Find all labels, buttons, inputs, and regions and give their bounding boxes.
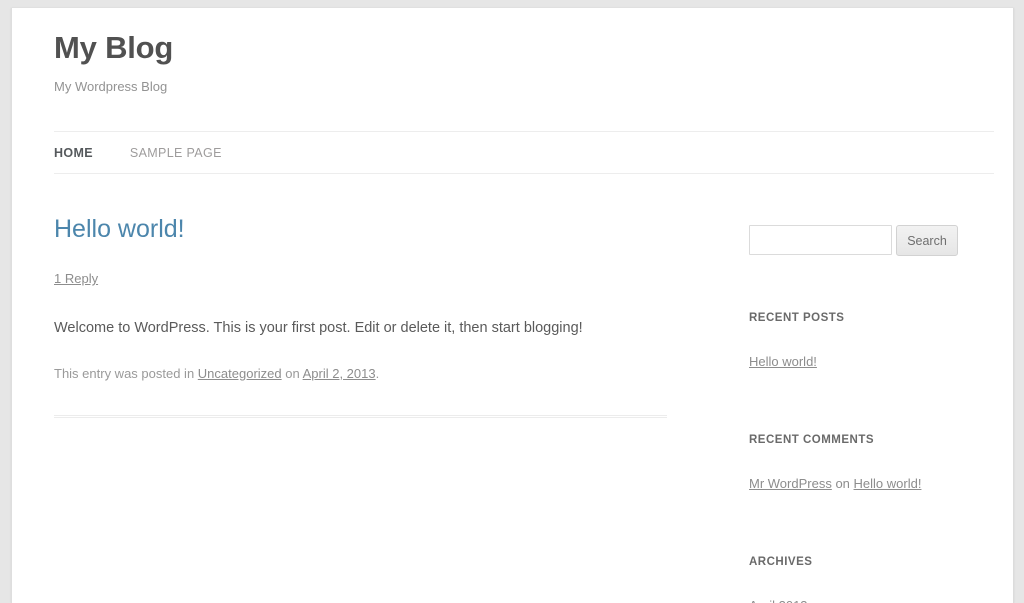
recent-comments-list: Mr WordPress on Hello world! <box>749 447 964 494</box>
site-title[interactable]: My Blog <box>54 30 954 66</box>
post-meta-prefix: This entry was posted in <box>54 366 198 381</box>
list-item: Mr WordPress on Hello world! <box>749 447 964 494</box>
comment-connector: on <box>831 476 854 491</box>
post-category-link[interactable]: Uncategorized <box>198 366 282 381</box>
nav-item-home[interactable]: HOME <box>54 146 93 160</box>
widget-recent-posts: RECENT POSTS Hello world! <box>749 256 964 372</box>
post-meta-middle: on <box>281 366 303 381</box>
post-meta-suffix: . <box>375 366 380 381</box>
post-meta: This entry was posted in Uncategorized o… <box>54 339 669 383</box>
main-content: Hello world! 1 Reply Welcome to WordPres… <box>54 214 669 418</box>
widget-archives: ARCHIVES April 2013 <box>749 494 964 603</box>
comment-post-link[interactable]: Hello world! <box>854 476 922 491</box>
recent-post-link[interactable]: Hello world! <box>749 354 817 369</box>
post-title[interactable]: Hello world! <box>54 214 669 244</box>
post-divider <box>54 415 667 418</box>
post-comments-link: 1 Reply <box>54 244 669 287</box>
list-item: Hello world! <box>749 325 964 372</box>
recent-posts-list: Hello world! <box>749 325 964 372</box>
post-body: Welcome to WordPress. This is your first… <box>54 320 583 336</box>
widget-search: Search <box>749 214 964 256</box>
archives-list: April 2013 <box>749 569 964 603</box>
widget-recent-comments: RECENT COMMENTS Mr WordPress on Hello wo… <box>749 372 964 494</box>
archive-month-link[interactable]: April 2013 <box>749 598 808 603</box>
search-button[interactable]: Search <box>896 225 958 256</box>
main-navigation: HOME SAMPLE PAGE <box>54 131 994 174</box>
post-article: Hello world! 1 Reply Welcome to WordPres… <box>54 214 669 418</box>
search-input[interactable] <box>749 225 892 255</box>
site-header: My Blog My Wordpress Blog <box>54 30 954 95</box>
comments-link[interactable]: 1 Reply <box>54 271 98 286</box>
widget-title-recent-comments: RECENT COMMENTS <box>749 434 875 446</box>
widget-title-recent-posts: RECENT POSTS <box>749 312 845 324</box>
nav-item-sample-page[interactable]: SAMPLE PAGE <box>130 146 222 160</box>
search-form: Search <box>749 214 964 256</box>
nav-list: HOME SAMPLE PAGE <box>54 132 994 173</box>
site-tagline: My Wordpress Blog <box>54 79 168 94</box>
page-sheet: My Blog My Wordpress Blog HOME SAMPLE PA… <box>11 8 1014 603</box>
browser-viewport: My Blog My Wordpress Blog HOME SAMPLE PA… <box>0 0 1024 603</box>
sidebar: Search RECENT POSTS Hello world! RECENT … <box>749 214 964 603</box>
comment-author-link[interactable]: Mr WordPress <box>749 476 832 491</box>
post-date-link[interactable]: April 2, 2013 <box>303 366 376 381</box>
widget-title-archives: ARCHIVES <box>749 556 813 568</box>
list-item: April 2013 <box>749 569 964 603</box>
